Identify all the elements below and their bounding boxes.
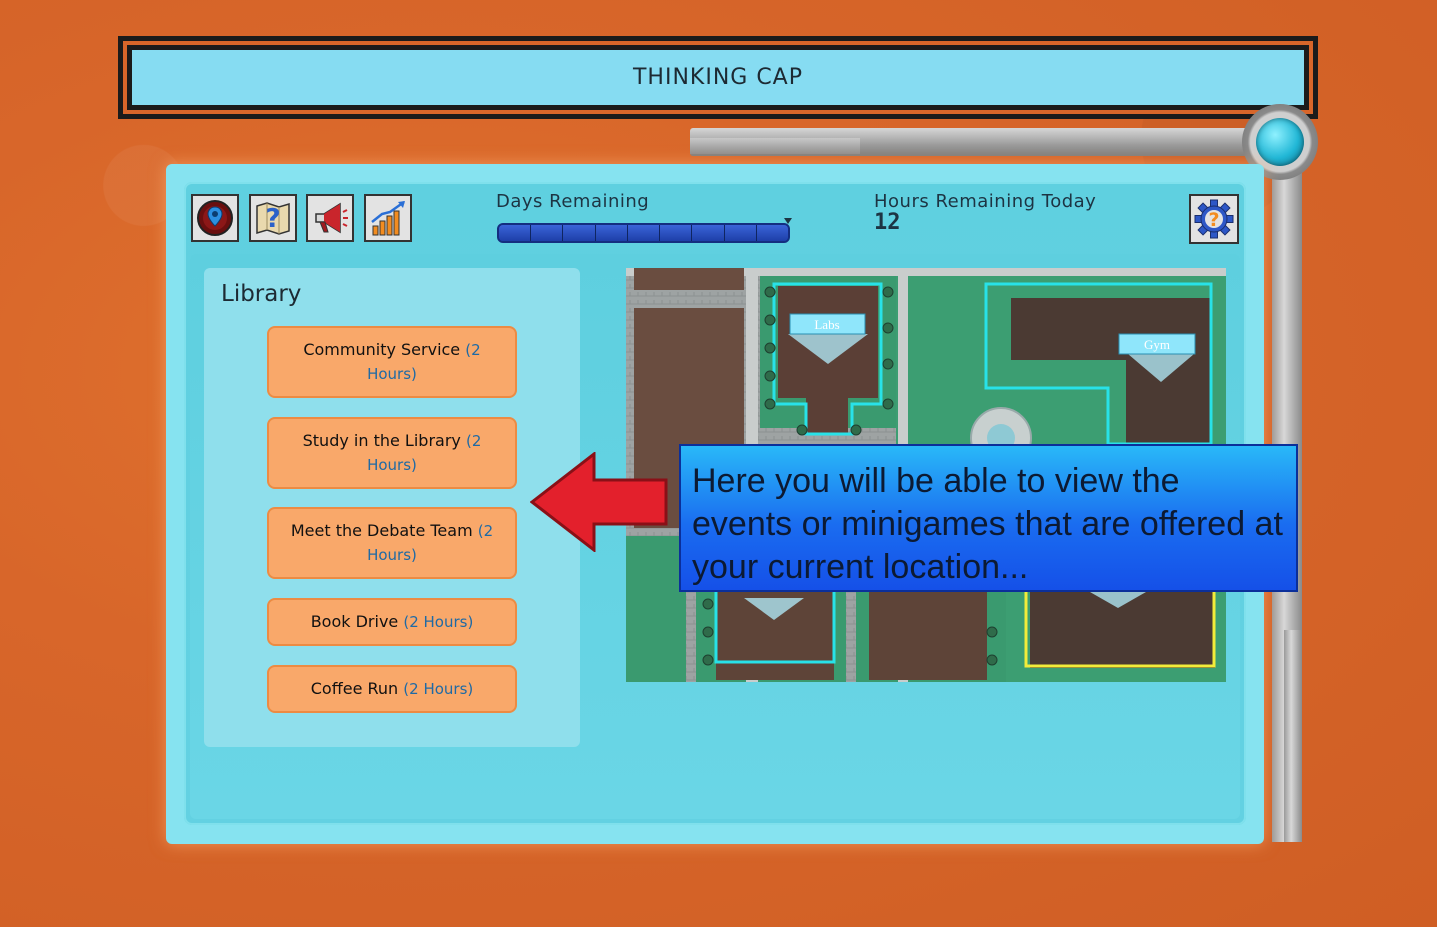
stats-button[interactable] [364,194,412,242]
day-segment [660,225,693,241]
day-segment [692,225,725,241]
game-title: THINKING CAP [632,65,804,90]
pipe-vertical-lower [1284,630,1302,842]
event-button-coffee-run[interactable]: Coffee Run (2 Hours) [267,665,517,713]
pipe-horizontal-thin [690,138,860,154]
day-segment [531,225,564,241]
event-button-study-library[interactable]: Study in the Library (2 Hours) [267,417,517,489]
event-name: Meet the Debate Team [290,521,473,540]
day-segment [499,225,532,241]
tutorial-tooltip: Here you will be able to view the events… [679,444,1298,592]
stats-chart-icon [371,200,405,236]
map-label-labs[interactable]: Labs [814,317,839,332]
megaphone-icon [315,202,348,234]
tutorial-arrow-icon [530,452,668,552]
event-name: Coffee Run [310,679,399,698]
map-label-gym[interactable]: Gym [1144,337,1170,352]
hours-remaining-label: Hours Remaining Today [874,191,1097,212]
event-button-book-drive[interactable]: Book Drive (2 Hours) [267,598,517,646]
event-button-debate-team[interactable]: Meet the Debate Team (2 Hours) [267,507,517,579]
quest-map-icon: ? [256,202,290,235]
location-title: Library [221,281,302,307]
svg-text:?: ? [1208,209,1219,231]
event-button-community-service[interactable]: Community Service (2 Hours) [267,326,517,398]
day-segment [627,225,661,241]
blue-lens-icon [1256,118,1304,166]
day-segment [724,225,757,241]
event-name: Study in the Library [302,431,461,450]
event-duration: (2 Hours) [403,613,474,631]
days-marker-icon [784,218,792,224]
map-pin-icon [197,200,233,236]
hours-remaining-value: 12 [874,210,901,235]
quests-button[interactable]: ? [249,194,297,242]
help-gear-icon: ? [1194,199,1234,239]
days-remaining-label: Days Remaining [496,191,650,212]
event-duration: (2 Hours) [403,680,474,698]
announcements-button[interactable] [306,194,354,242]
days-remaining-bar [497,223,790,243]
event-name: Book Drive [310,612,399,631]
location-button[interactable] [191,194,239,242]
svg-text:?: ? [265,204,280,234]
event-name: Community Service [303,340,461,359]
day-segment [563,225,596,241]
title-banner: THINKING CAP [118,36,1318,119]
day-segment [756,225,788,241]
day-segment [595,225,628,241]
help-settings-button[interactable]: ? [1189,194,1239,244]
